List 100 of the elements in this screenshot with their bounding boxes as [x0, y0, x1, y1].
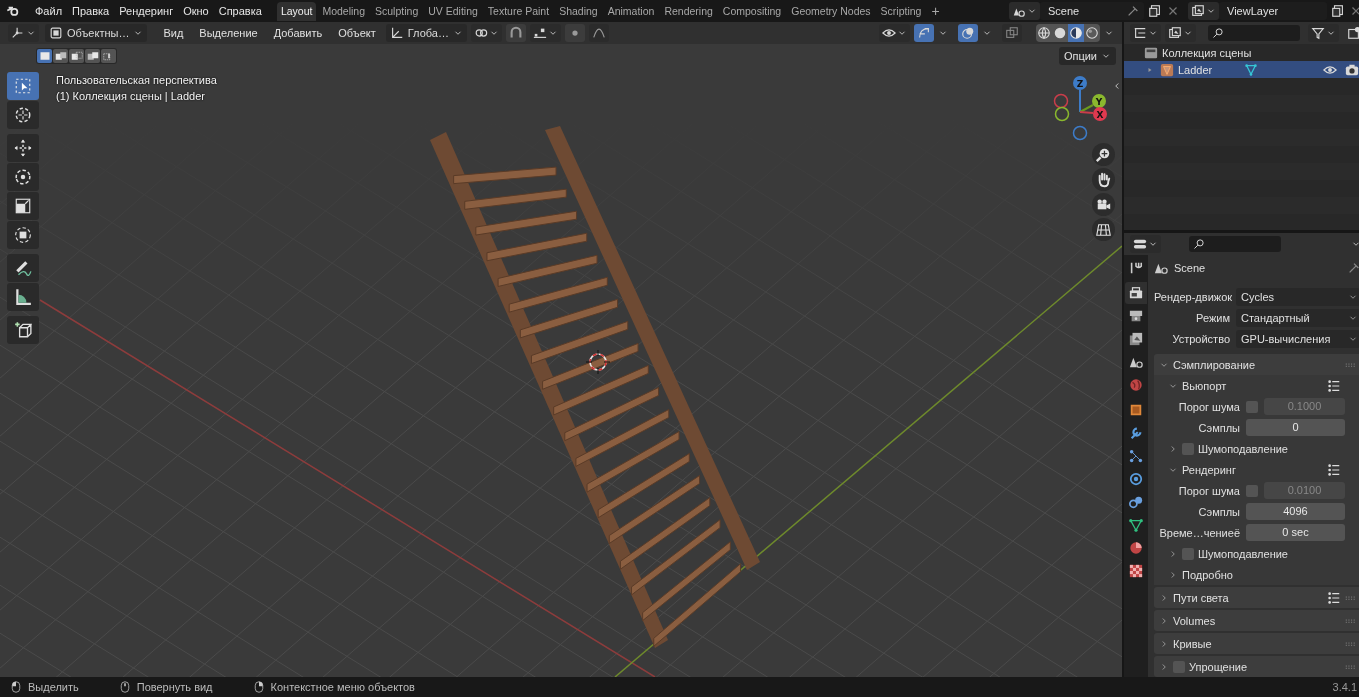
menu-item[interactable]: Файл: [30, 5, 68, 17]
scene-name-field[interactable]: Scene: [1040, 2, 1144, 20]
copy-icon[interactable]: [1148, 4, 1162, 18]
presets-icon[interactable]: [1327, 378, 1341, 393]
wireframe-shading-button[interactable]: [1036, 24, 1052, 42]
negative-axis-handle[interactable]: [1072, 125, 1088, 141]
number-field[interactable]: 0: [1246, 419, 1345, 436]
orientation-dropdown[interactable]: Глоба…: [385, 24, 467, 42]
workspace-tab[interactable]: Shading: [555, 1, 602, 21]
new-collection-icon[interactable]: [1347, 26, 1359, 40]
extend-selection-mode-button[interactable]: [53, 49, 68, 63]
subpanel-header[interactable]: Рендеринг: [1154, 459, 1359, 480]
workspace-tab[interactable]: Sculpting: [371, 1, 423, 21]
panel-header[interactable]: Пути света: [1154, 587, 1359, 608]
intersect-selection-mode-button[interactable]: [101, 49, 116, 63]
measure-tool[interactable]: [7, 283, 39, 311]
view-menu-item[interactable]: Вид: [157, 27, 190, 39]
scale-tool[interactable]: [7, 192, 39, 220]
number-field[interactable]: 0 sec: [1246, 524, 1345, 541]
checkbox[interactable]: [1246, 484, 1258, 497]
axis-gizmo[interactable]: Z Y X: [1050, 72, 1120, 152]
dropdown[interactable]: GPU-вычисления: [1236, 329, 1359, 348]
subpanel-header[interactable]: Подробно: [1154, 564, 1359, 585]
set-selection-mode-button[interactable]: [37, 49, 52, 63]
view-layer-name-field[interactable]: ViewLayer: [1219, 2, 1327, 20]
view-menu-item[interactable]: Объект: [332, 27, 382, 39]
editor-type-button[interactable]: [1130, 235, 1161, 253]
presets-icon[interactable]: [1327, 590, 1341, 605]
view-menu-item[interactable]: Добавить: [267, 27, 329, 39]
pin-icon[interactable]: [1126, 4, 1140, 18]
menu-item[interactable]: Правка: [67, 5, 115, 17]
transform-tool-icon: [14, 226, 32, 244]
display-mode-button[interactable]: [1165, 24, 1196, 42]
subtract-selection-mode-button[interactable]: [69, 49, 84, 63]
search-field[interactable]: [1189, 236, 1281, 252]
checkbox[interactable]: [1182, 547, 1194, 560]
number-field[interactable]: 4096: [1246, 503, 1345, 520]
xray-toggle-button[interactable]: [1002, 24, 1022, 42]
panel-header[interactable]: Volumes: [1154, 610, 1359, 631]
view-menu-item[interactable]: Выделение: [193, 27, 264, 39]
subpanel-header[interactable]: Вьюпорт: [1154, 375, 1359, 396]
material-shading-button[interactable]: [1068, 24, 1084, 42]
rendered-shading-button[interactable]: [1084, 24, 1100, 42]
pin-icon[interactable]: [1347, 261, 1359, 275]
add-workspace-button[interactable]: +: [927, 3, 944, 19]
transform-tool[interactable]: [7, 221, 39, 249]
snap-target-button[interactable]: [529, 24, 561, 42]
copy-icon[interactable]: [1331, 4, 1345, 18]
annotate-tool[interactable]: [7, 254, 39, 282]
checkbox[interactable]: [1182, 442, 1194, 455]
menu-item[interactable]: Окно: [178, 5, 214, 17]
render-tab[interactable]: [1125, 282, 1147, 304]
workspace-tab[interactable]: Scripting: [876, 1, 926, 21]
add-cube-tool[interactable]: [7, 316, 39, 344]
mode-dropdown[interactable]: Объектны…: [45, 24, 148, 42]
panel-header[interactable]: Сэмплирование: [1154, 354, 1359, 375]
editor-type-button[interactable]: [8, 24, 39, 42]
workspace-tab[interactable]: UV Editing: [424, 1, 482, 21]
panel-header[interactable]: Кривые: [1154, 633, 1359, 654]
view-layer-selector-button[interactable]: [1188, 2, 1219, 20]
snap-button[interactable]: [505, 24, 526, 42]
options-dropdown[interactable]: Опции: [1058, 47, 1116, 65]
outliner-object-row[interactable]: Ladder: [1124, 61, 1359, 78]
workspace-tab[interactable]: Compositing: [718, 1, 786, 21]
workspace-tab[interactable]: Layout: [276, 1, 317, 21]
search-field[interactable]: [1208, 25, 1300, 41]
visibility-button[interactable]: [879, 24, 910, 42]
workspace-tab[interactable]: Rendering: [660, 1, 717, 21]
render-icon: [1129, 286, 1143, 300]
scene-selector-button[interactable]: [1009, 2, 1040, 20]
negative-axis-handle[interactable]: [1053, 93, 1069, 109]
workspace-tab[interactable]: Texture Paint: [483, 1, 554, 21]
pivot-point-button[interactable]: [470, 24, 502, 42]
negative-axis-handle[interactable]: [1054, 106, 1070, 122]
camera-icon[interactable]: [1345, 62, 1359, 77]
editor-type-button[interactable]: [1130, 24, 1161, 42]
workspace-tab[interactable]: Modeling: [318, 1, 370, 21]
dropdown[interactable]: Cycles: [1236, 287, 1359, 306]
mesh-data-icon[interactable]: [1244, 62, 1259, 77]
subpanel-header[interactable]: Шумоподавление: [1154, 543, 1359, 564]
move-tool[interactable]: [7, 134, 39, 162]
overlays-toggle-button[interactable]: [958, 24, 978, 42]
workspace-tab[interactable]: Animation: [603, 1, 659, 21]
gizmo-toggle-button[interactable]: [914, 24, 934, 42]
filter-button[interactable]: [1308, 24, 1339, 42]
proportional-edit-button[interactable]: [564, 24, 585, 42]
invert-selection-mode-button[interactable]: [85, 49, 100, 63]
blender-logo-icon[interactable]: [6, 4, 20, 18]
rotate-tool[interactable]: [7, 163, 39, 191]
checkbox[interactable]: [1246, 400, 1258, 413]
presets-icon[interactable]: [1327, 462, 1341, 477]
cursor-tool[interactable]: [7, 101, 39, 129]
menu-item[interactable]: Рендеринг: [114, 5, 179, 17]
panel-header[interactable]: Упрощение: [1154, 656, 1359, 677]
menu-item[interactable]: Справка: [213, 5, 267, 17]
falloff-button[interactable]: [588, 24, 609, 42]
squares-icon: [38, 50, 51, 62]
subpanel-header[interactable]: Шумоподавление: [1154, 438, 1359, 459]
workspace-tab[interactable]: Geometry Nodes: [787, 1, 875, 21]
dropdown[interactable]: Стандартный: [1236, 308, 1359, 327]
